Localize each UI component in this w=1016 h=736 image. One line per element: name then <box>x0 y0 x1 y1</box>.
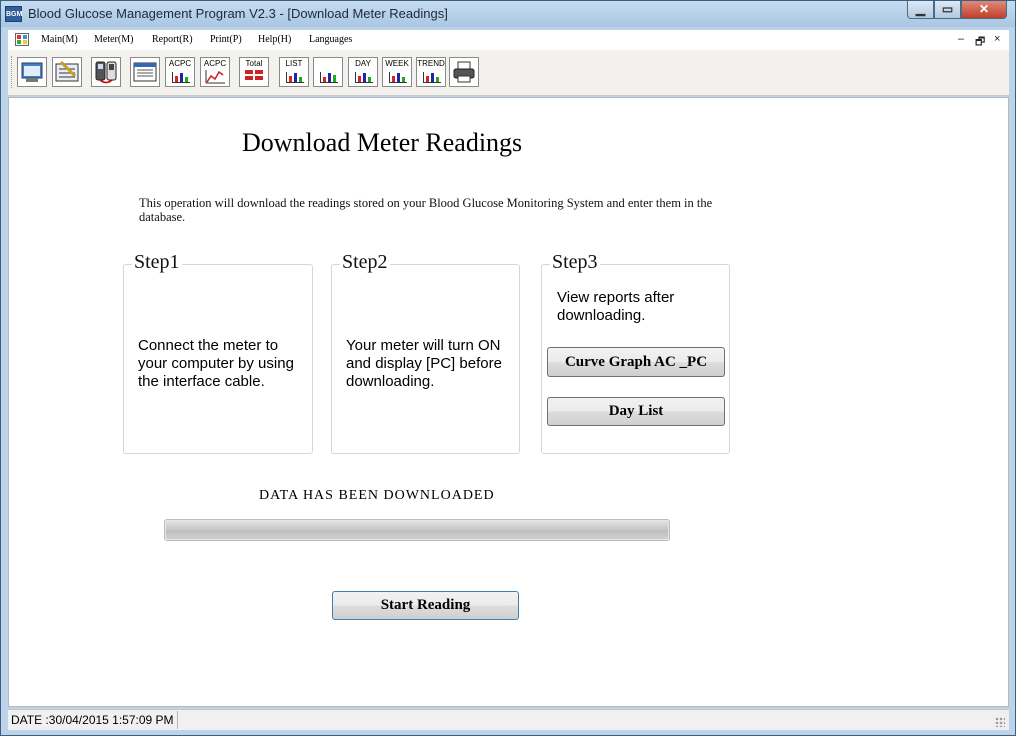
maximize-button[interactable]: ▭ <box>934 1 961 19</box>
download-status-message: DATA HAS BEEN DOWNLOADED <box>259 488 495 503</box>
step3-group: Step3 View reports after downloading. Cu… <box>541 251 730 454</box>
status-bar: DATE :30/04/2015 1:57:09 PM <box>8 709 1009 730</box>
mdi-document-icon[interactable] <box>15 33 29 46</box>
menu-report[interactable]: Report(R) <box>152 34 193 45</box>
minimize-button[interactable]: ▁ <box>907 1 934 19</box>
step1-group: Step1 Connect the meter to your computer… <box>123 251 313 454</box>
menu-languages[interactable]: Languages <box>309 34 352 45</box>
printer-icon[interactable] <box>449 57 479 87</box>
step3-text: View reports after downloading. <box>557 289 675 324</box>
acpc-chart-icon[interactable]: ACPC <box>165 57 195 87</box>
app-window: BGM Blood Glucose Management Program V2.… <box>0 0 1016 736</box>
mdi-minimize-button[interactable]: – <box>958 33 964 45</box>
menu-print[interactable]: Print(P) <box>210 34 242 45</box>
title-bar[interactable]: BGM Blood Glucose Management Program V2.… <box>1 1 1015 27</box>
mdi-close-button[interactable]: × <box>994 33 1000 45</box>
edit-data-icon[interactable] <box>52 57 82 87</box>
list-label: LIST <box>285 59 303 68</box>
menu-help[interactable]: Help(H) <box>258 34 291 45</box>
step3-legend: Step3 <box>550 251 600 274</box>
close-button[interactable]: ✕ <box>961 1 1007 19</box>
total-icon[interactable]: Total <box>239 57 269 87</box>
step2-text: Your meter will turn ON and display [PC]… <box>346 337 502 390</box>
day-chart-icon[interactable]: DAY <box>348 57 378 87</box>
step2-legend: Step2 <box>340 251 390 274</box>
trend-chart-icon[interactable]: TREND <box>416 57 446 87</box>
bar-chart-icon[interactable] <box>313 57 343 87</box>
download-panel: Download Meter Readings This operation w… <box>8 97 1009 707</box>
week-chart-icon[interactable]: WEEK <box>382 57 412 87</box>
menu-main[interactable]: Main(M) <box>41 34 78 45</box>
step2-group: Step2 Your meter will turn ON and displa… <box>331 251 520 454</box>
app-logo-icon: BGM <box>5 6 22 22</box>
download-progress-bar <box>164 519 670 541</box>
menu-meter[interactable]: Meter(M) <box>94 34 133 45</box>
acpc-chart-label: ACPC <box>168 59 192 68</box>
page-description: This operation will download the reading… <box>139 196 713 224</box>
meter-download-icon[interactable] <box>91 57 121 87</box>
curve-graph-button[interactable]: Curve Graph AC _PC <box>547 347 725 377</box>
start-reading-button[interactable]: Start Reading <box>332 591 519 620</box>
menu-bar: Main(M) Meter(M) Report(R) Print(P) Help… <box>8 30 1009 50</box>
acpc-graph-icon[interactable]: ACPC <box>200 57 230 87</box>
logbook-icon[interactable] <box>130 57 160 87</box>
day-chart-label: DAY <box>355 59 371 68</box>
list-icon[interactable]: LIST <box>279 57 309 87</box>
window-title: Blood Glucose Management Program V2.3 - … <box>28 6 448 21</box>
trend-chart-label: TREND <box>417 59 445 68</box>
progress-fill <box>166 521 668 539</box>
day-list-button[interactable]: Day List <box>547 397 725 426</box>
resize-grip-icon[interactable] <box>995 717 1005 727</box>
status-date: DATE :30/04/2015 1:57:09 PM <box>8 711 178 729</box>
week-chart-label: WEEK <box>385 59 409 68</box>
step1-legend: Step1 <box>132 251 182 274</box>
step1-text: Connect the meter to your computer by us… <box>138 337 294 390</box>
toolbar-grip[interactable] <box>11 56 15 88</box>
window-settings-icon[interactable] <box>17 57 47 87</box>
page-title: Download Meter Readings <box>242 128 523 157</box>
toolbar: ACPC ACPC Total LIST DAY WEEK TREND <box>8 50 1009 96</box>
